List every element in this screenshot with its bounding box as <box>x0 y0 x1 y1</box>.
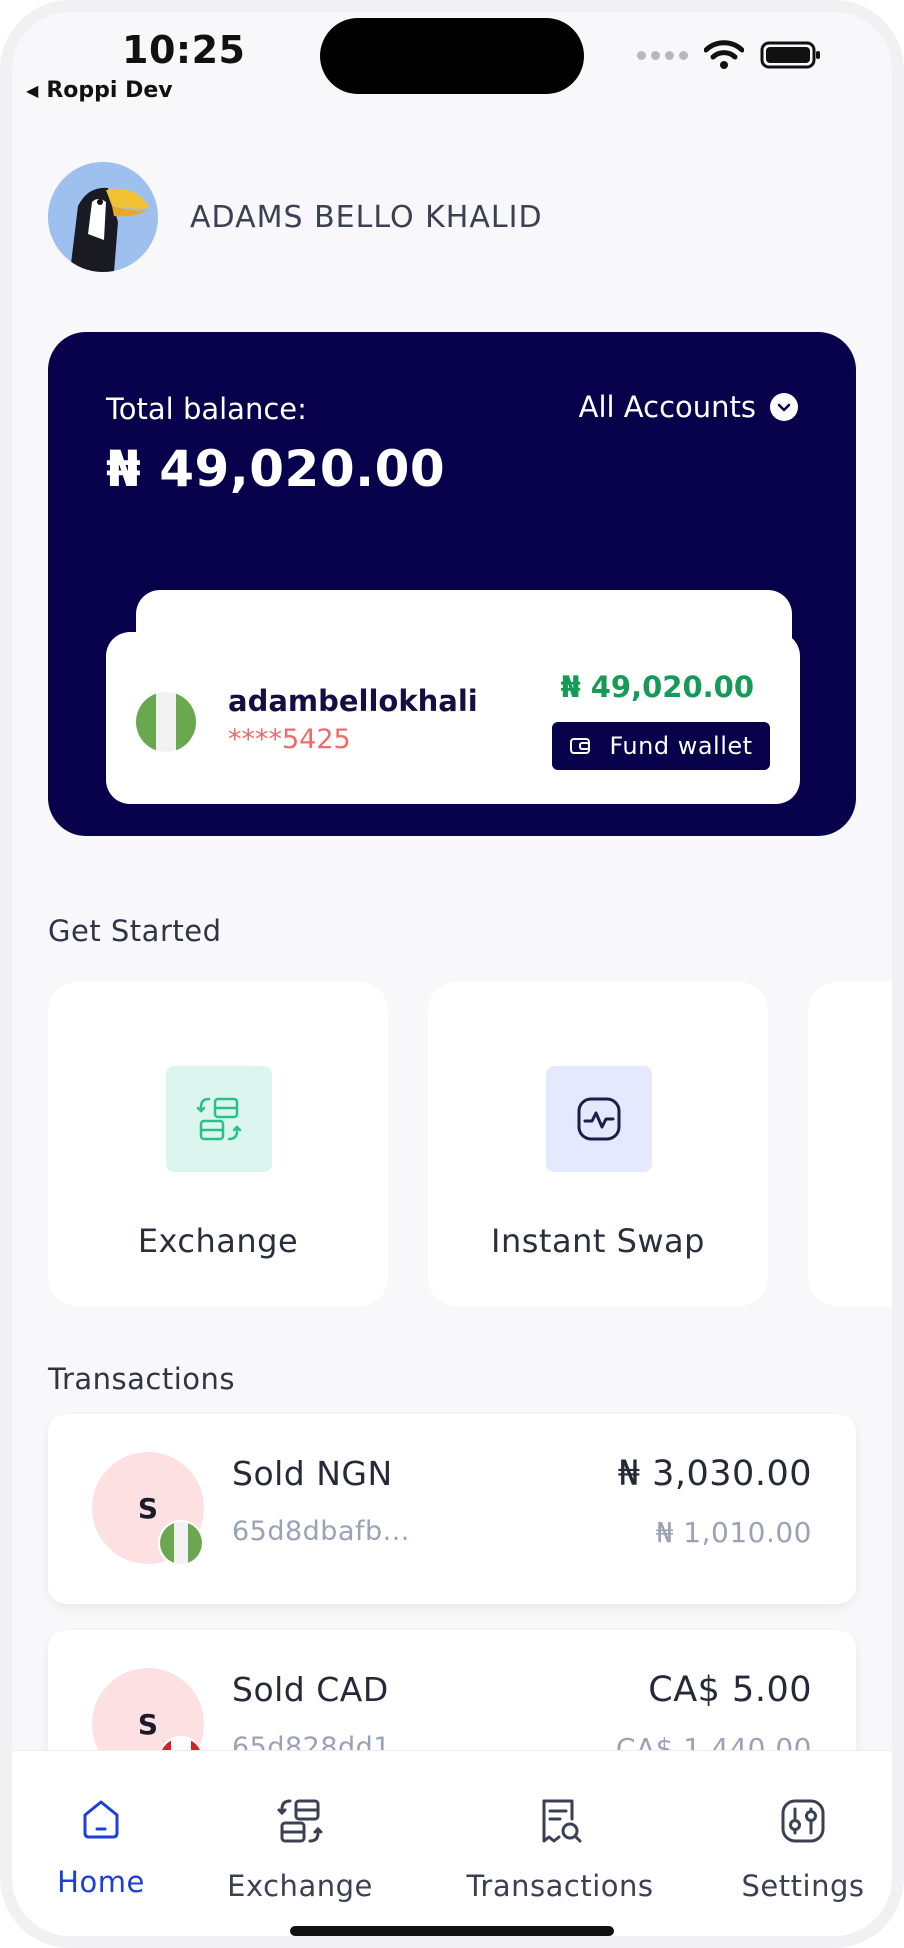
get-started-title: Get Started <box>48 914 222 948</box>
user-avatar[interactable] <box>48 162 158 272</box>
nav-exchange-label: Exchange <box>227 1869 373 1903</box>
get-started-carousel[interactable]: Exchange Instant Swap <box>12 982 892 1308</box>
nav-transactions[interactable]: Transactions <box>440 1795 680 1903</box>
nav-home[interactable]: Home <box>36 1795 166 1899</box>
transaction-amount: CA$ 5.00 <box>648 1670 812 1710</box>
wallet-account-number: ****5425 <box>228 724 351 755</box>
transaction-title: Sold NGN <box>232 1454 393 1493</box>
get-started-card-instant-swap[interactable]: Instant Swap <box>428 982 768 1306</box>
battery-icon <box>760 40 822 70</box>
nav-home-label: Home <box>57 1865 145 1899</box>
transaction-row[interactable]: S Sold NGN 65d8dbafb... ₦ 3,030.00 ₦ 1,0… <box>48 1414 856 1604</box>
nigeria-flag-icon <box>136 692 196 752</box>
dynamic-island <box>320 18 584 94</box>
exchange-icon <box>166 1066 272 1172</box>
total-balance-label: Total balance: <box>106 392 307 426</box>
chevron-down-icon <box>770 393 798 421</box>
signal-dots-icon <box>637 50 688 60</box>
back-triangle-icon: ◀ <box>26 81 39 100</box>
transaction-sub-amount: ₦ 1,010.00 <box>655 1516 812 1549</box>
nigeria-flag-icon <box>158 1520 204 1566</box>
total-balance-value: ₦ 49,020.00 <box>106 440 446 498</box>
home-icon <box>83 1800 119 1839</box>
bottom-navigation: Home Exchange Transactions Settings <box>12 1750 892 1936</box>
transactions-title: Transactions <box>48 1362 236 1396</box>
get-started-label-instant-swap: Instant Swap <box>491 1222 705 1260</box>
transaction-title: Sold CAD <box>232 1670 389 1709</box>
activity-icon <box>546 1066 652 1172</box>
transaction-amount: ₦ 3,030.00 <box>617 1454 812 1494</box>
wallet-username: adambellokhali <box>228 684 478 718</box>
fund-wallet-button[interactable]: Fund wallet <box>552 722 770 770</box>
get-started-label-exchange: Exchange <box>137 1222 299 1260</box>
back-to-app-link[interactable]: ◀ Roppi Dev <box>26 78 173 103</box>
status-time: 10:25 <box>122 28 246 72</box>
wallet-card[interactable]: adambellokhali ****5425 ₦ 49,020.00 Fund… <box>106 632 800 804</box>
accounts-dropdown[interactable]: All Accounts <box>579 390 798 424</box>
status-icons <box>637 40 822 70</box>
wallet-icon <box>570 738 591 754</box>
transaction-id: 65d8dbafb... <box>232 1516 410 1547</box>
nav-exchange[interactable]: Exchange <box>210 1795 390 1903</box>
sliders-icon <box>781 1799 825 1843</box>
back-app-label: Roppi Dev <box>46 78 173 103</box>
accounts-dropdown-label: All Accounts <box>578 390 756 424</box>
nav-settings-label: Settings <box>741 1869 865 1903</box>
toucan-avatar-icon <box>48 162 158 272</box>
nav-settings[interactable]: Settings <box>728 1795 878 1903</box>
wallet-balance: ₦ 49,020.00 <box>560 670 754 704</box>
nav-transactions-label: Transactions <box>466 1869 654 1903</box>
get-started-card-partial[interactable] <box>808 982 892 1306</box>
fund-wallet-label: Fund wallet <box>609 732 753 760</box>
home-indicator <box>290 1926 614 1936</box>
receipt-search-icon <box>542 1799 582 1843</box>
exchange-icon <box>277 1799 323 1843</box>
phone-screen: 10:25 ◀ Roppi Dev ADAMS BELLO KHALID Tot… <box>0 0 904 1948</box>
wifi-icon <box>704 40 744 70</box>
get-started-card-exchange[interactable]: Exchange <box>48 982 388 1306</box>
user-full-name: ADAMS BELLO KHALID <box>190 200 543 235</box>
balance-card: Total balance: ₦ 49,020.00 All Accounts … <box>48 332 856 836</box>
